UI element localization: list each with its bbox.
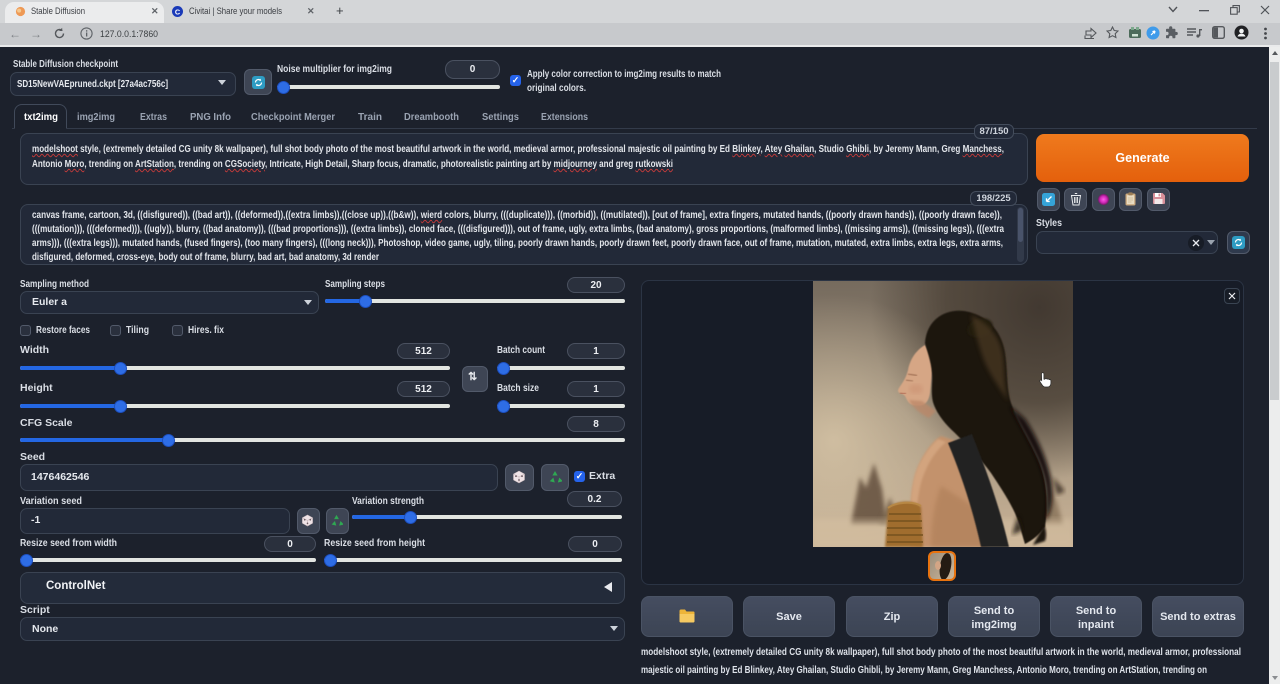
svg-text:C: C (175, 7, 181, 16)
